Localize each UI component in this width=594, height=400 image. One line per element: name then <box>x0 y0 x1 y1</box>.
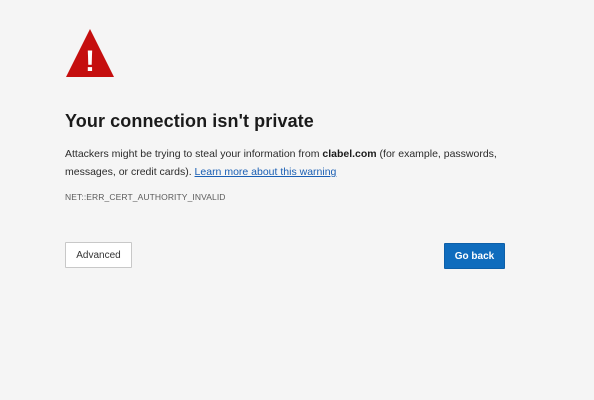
error-page: ! Your connection isn't private Attacker… <box>0 0 594 400</box>
error-code: NET::ERR_CERT_AUTHORITY_INVALID <box>65 192 226 202</box>
advanced-button[interactable]: Advanced <box>65 242 132 268</box>
description-prefix: Attackers might be trying to steal your … <box>65 148 323 160</box>
page-title: Your connection isn't private <box>65 111 314 131</box>
warning-triangle-icon: ! <box>66 29 114 78</box>
go-back-button[interactable]: Go back <box>444 243 505 269</box>
learn-more-link[interactable]: Learn more about this warning <box>195 166 337 178</box>
warning-exclamation: ! <box>85 45 95 78</box>
error-description: Attackers might be trying to steal your … <box>65 145 515 181</box>
site-domain: clabel.com <box>322 148 377 160</box>
